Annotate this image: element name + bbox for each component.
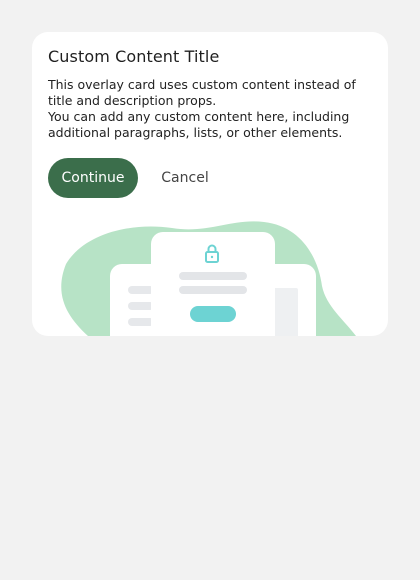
- overlay-card: Custom Content Title This overlay card u…: [32, 32, 388, 336]
- card-description: This overlay card uses custom content in…: [48, 77, 368, 141]
- continue-button[interactable]: Continue: [48, 158, 138, 198]
- front-lock-card: [151, 232, 275, 336]
- description-paragraph-2: You can add any custom content here, inc…: [48, 109, 350, 140]
- description-paragraph-1: This overlay card uses custom content in…: [48, 77, 356, 108]
- security-illustration: [61, 221, 356, 336]
- cancel-button[interactable]: Cancel: [148, 158, 222, 198]
- card-title: Custom Content Title: [48, 47, 220, 66]
